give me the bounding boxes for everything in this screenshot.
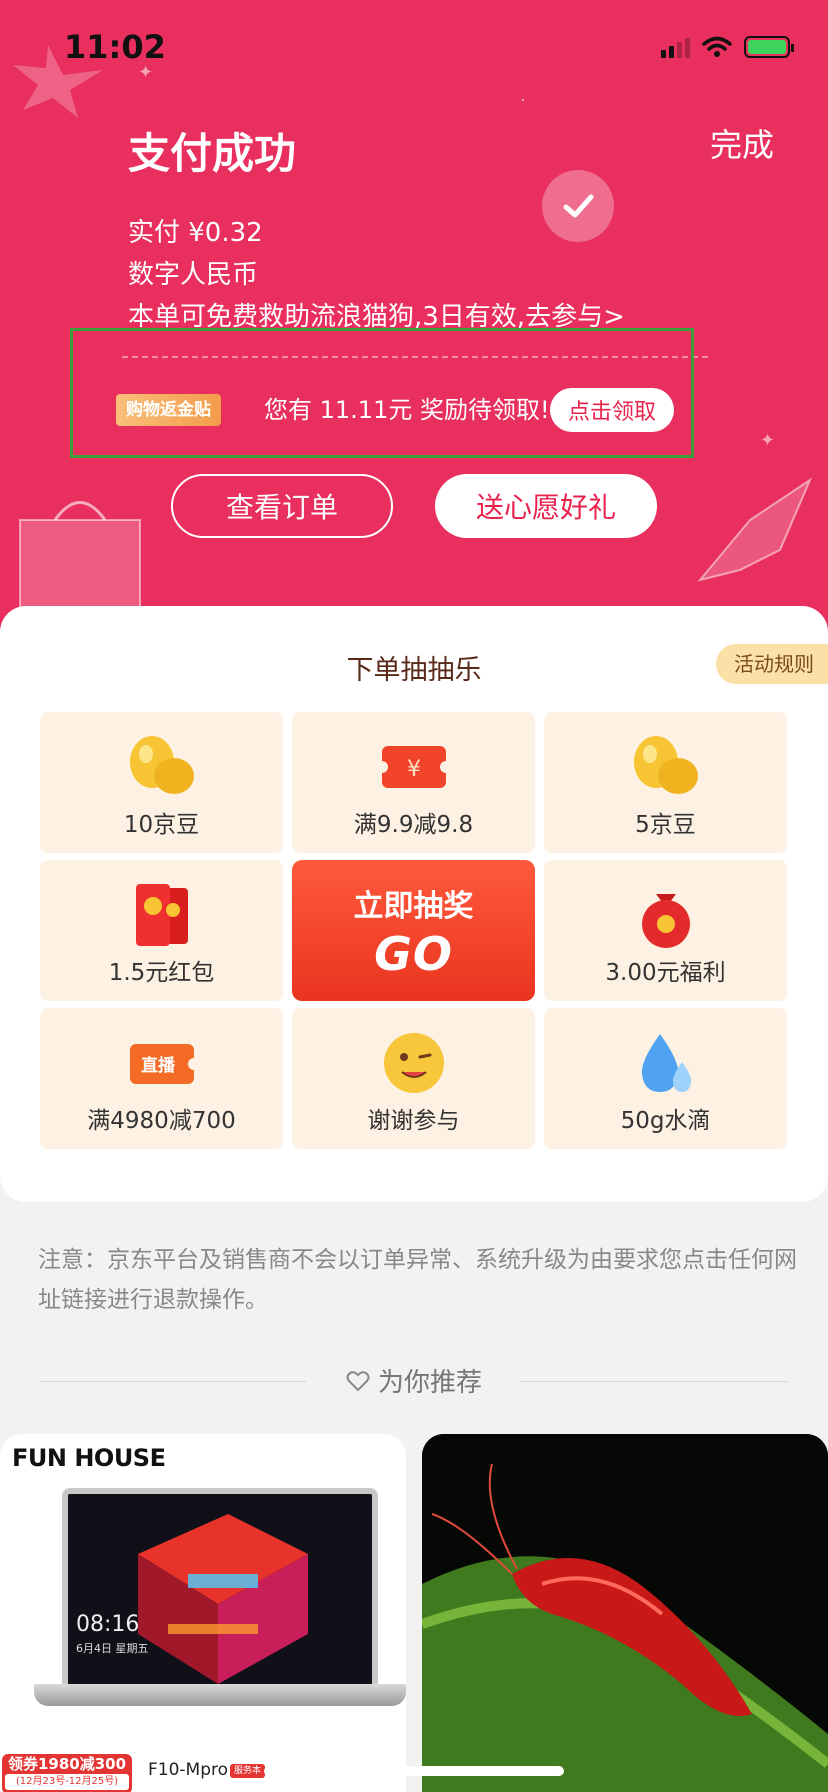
red-shrimp-photo — [422, 1434, 828, 1792]
prize-cell: 1.5元红包 — [40, 860, 283, 1001]
activity-rules-button[interactable]: 活动规则 — [716, 644, 828, 684]
red-envelope-icon — [135, 884, 188, 946]
bean-icon — [633, 736, 698, 794]
money-bag-icon — [641, 894, 690, 948]
prize-label: 50g水滴 — [620, 1108, 711, 1134]
prize-cell: ¥ 满9.9减9.8 — [292, 712, 535, 853]
go-label: GO — [374, 926, 453, 981]
prize-label: 10京豆 — [123, 812, 200, 838]
prize-cell: 谢谢参与 — [292, 1008, 535, 1149]
water-drop-icon — [641, 1034, 691, 1092]
prize-grid: 10京豆 ¥ 满9.9减9.8 5京豆 1.5元红包 立即抽奖 GO 3.00元… — [40, 712, 788, 1149]
coupon-badge: 领券1980减300 (12月23号-12月25号) — [2, 1754, 132, 1792]
rebate-text: 您有 11.11元 奖励待领取! — [264, 396, 550, 424]
page-title: 支付成功 — [128, 129, 297, 178]
laptop-image: 08:16 6月4日 星期五 — [62, 1488, 378, 1684]
brand-logo: FUN HOUSE — [12, 1444, 166, 1472]
payment-method: 数字人民币 — [128, 260, 259, 290]
prize-label: 满9.9减9.8 — [353, 812, 474, 838]
prize-label: 满4980减700 — [87, 1108, 236, 1134]
security-notice: 注意：京东平台及销售商不会以订单异常、系统升级为由要求您点击任何网址链接进行退款… — [38, 1247, 797, 1313]
bean-icon — [129, 736, 194, 794]
send-gift-button[interactable]: 送心愿好礼 — [435, 474, 657, 538]
draw-now-label: 立即抽奖 — [353, 888, 474, 924]
prize-cell: 10京豆 — [40, 712, 283, 853]
screen-time: 08:16 — [76, 1612, 140, 1637]
battery-icon — [744, 36, 794, 58]
sparkle-icon: ✦ — [760, 430, 776, 451]
prize-cell: 5京豆 — [544, 712, 787, 853]
coupon-dates: (12月23号-12月25号) — [5, 1774, 129, 1790]
product-card[interactable] — [422, 1434, 828, 1792]
decorative-paper-crane-icon — [697, 477, 813, 582]
wink-face-icon — [383, 1033, 444, 1093]
signal-icon — [661, 36, 690, 58]
success-check-icon — [542, 170, 614, 242]
wifi-icon — [702, 36, 732, 57]
model-badge: 服务本 — [230, 1764, 266, 1778]
lottery-card: 下单抽抽乐 活动规则 10京豆 ¥ 满9.9减9.8 5京豆 1.5元红包 立即… — [0, 606, 828, 1202]
decorative-shopping-bag-icon — [19, 501, 141, 620]
prize-label: 5京豆 — [635, 812, 696, 838]
status-time: 11:02 — [64, 28, 166, 66]
view-order-button[interactable]: 查看订单 — [171, 474, 393, 538]
recommend-header: 为你推荐 — [0, 1362, 828, 1399]
prize-label: 1.5元红包 — [108, 960, 215, 986]
coupon-main: 领券1980减300 — [7, 1755, 127, 1773]
coupon-icon: ¥ — [375, 746, 452, 788]
screen-date: 6月4日 星期五 — [76, 1642, 149, 1655]
sparkle-icon: · — [520, 90, 526, 111]
recommend-title: 为你推荐 — [377, 1368, 482, 1398]
prize-label: 谢谢参与 — [367, 1108, 460, 1134]
rebate-tag: 购物返金贴 — [116, 394, 221, 426]
done-button[interactable]: 完成 — [710, 120, 774, 166]
payment-success-header: ✦ · ✦ 11:02 支付成功 完成 实付 ¥0.32 数字人民币 本单可免费… — [0, 0, 828, 640]
laptop-base — [34, 1684, 406, 1706]
status-icons — [661, 36, 794, 58]
claim-reward-button[interactable]: 点击领取 — [550, 388, 674, 432]
heart-icon — [346, 1370, 370, 1391]
svg-text:¥: ¥ — [407, 757, 421, 782]
svg-text:直播: 直播 — [141, 1055, 176, 1076]
lottery-title: 下单抽抽乐 — [346, 655, 482, 686]
draw-go-button[interactable]: 立即抽奖 GO — [292, 860, 535, 1001]
prize-cell: 50g水滴 — [544, 1008, 787, 1149]
live-ticket-icon: 直播 — [129, 1044, 200, 1084]
prize-cell: 直播 满4980减700 — [40, 1008, 283, 1149]
prize-cell: 3.00元福利 — [544, 860, 787, 1001]
prize-label: 3.00元福利 — [605, 960, 726, 986]
product-card[interactable]: FUN HOUSE 08:16 6月4日 星期五 领券1980减300 (12月… — [0, 1434, 406, 1792]
product-model: F10-Mpro — [148, 1760, 229, 1780]
paid-amount: 实付 ¥0.32 — [128, 218, 263, 248]
home-indicator — [264, 1766, 564, 1776]
